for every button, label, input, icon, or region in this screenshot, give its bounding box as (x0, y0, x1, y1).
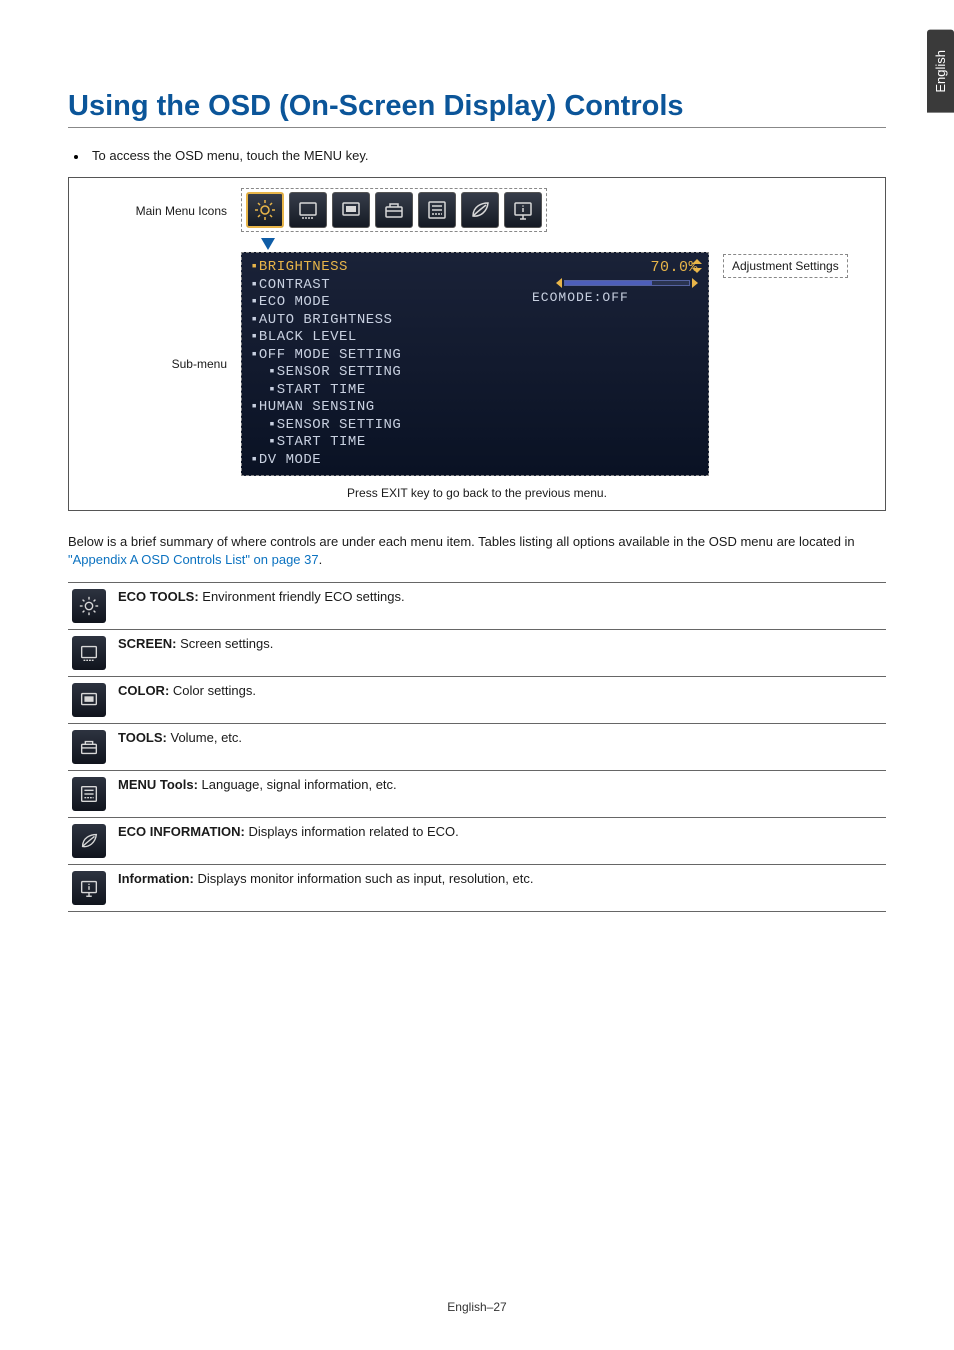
osd-menu-item: ▪SENSOR SETTING (250, 364, 518, 382)
osd-menu-item: ▪HUMAN SENSING (250, 399, 518, 417)
toolbox-icon (72, 730, 106, 764)
menu-description: TOOLS: Volume, etc. (110, 724, 886, 771)
color-icon (72, 683, 106, 717)
info-icon (504, 192, 542, 228)
info-icon (72, 871, 106, 905)
osd-sub-menu-panel: ▪BRIGHTNESS▪CONTRAST▪ECO MODE▪AUTO BRIGH… (241, 252, 709, 476)
exit-instruction: Press EXIT key to go back to the previou… (83, 486, 871, 500)
screen-icon (289, 192, 327, 228)
page-number: English–27 (0, 1300, 954, 1314)
osd-menu-item: ▪BLACK LEVEL (250, 329, 518, 347)
slider-right-arrow-icon (692, 278, 698, 288)
info-icon-cell (68, 865, 110, 912)
osd-diagram: Main Menu Icons Sub-menu ▪BRIGHTNESS▪CON… (68, 177, 886, 511)
ecomode-text: ECOMODE:OFF (532, 290, 629, 305)
screen-icon-cell (68, 630, 110, 677)
brightness-value: 70.0% (650, 259, 698, 276)
bullet-icon (74, 155, 78, 159)
appendix-link[interactable]: "Appendix A OSD Controls List" on page 3… (68, 552, 319, 567)
screen-icon (72, 636, 106, 670)
menu-description: ECO INFORMATION: Displays information re… (110, 818, 886, 865)
osd-menu-item: ▪START TIME (250, 382, 518, 400)
summary-text-before: Below is a brief summary of where contro… (68, 534, 855, 549)
sub-menu-label: Sub-menu (83, 252, 233, 476)
leaf-icon-cell (68, 818, 110, 865)
toolbox-icon-cell (68, 724, 110, 771)
main-menu-icons-box (241, 188, 547, 232)
menu-description: ECO TOOLS: Environment friendly ECO sett… (110, 583, 886, 630)
osd-menu-item: ▪DV MODE (250, 452, 518, 470)
table-row: ECO TOOLS: Environment friendly ECO sett… (68, 583, 886, 630)
arrow-down-icon (261, 238, 275, 250)
table-row: ECO INFORMATION: Displays information re… (68, 818, 886, 865)
adjustment-settings-label: Adjustment Settings (723, 254, 848, 278)
language-tab: English (927, 30, 954, 113)
summary-paragraph: Below is a brief summary of where contro… (68, 533, 886, 568)
osd-menu-item: ▪CONTRAST (250, 277, 518, 295)
menu-summary-table: ECO TOOLS: Environment friendly ECO sett… (68, 582, 886, 912)
menutools-icon (72, 777, 106, 811)
intro-bullet-row: To access the OSD menu, touch the MENU k… (68, 148, 886, 163)
brightness-slider (556, 278, 698, 288)
table-row: TOOLS: Volume, etc. (68, 724, 886, 771)
osd-menu-item: ▪START TIME (250, 434, 518, 452)
menutools-icon-cell (68, 771, 110, 818)
slider-bar (564, 280, 690, 286)
osd-menu-item: ▪BRIGHTNESS (250, 259, 518, 277)
main-menu-icons-label: Main Menu Icons (83, 188, 233, 218)
table-row: COLOR: Color settings. (68, 677, 886, 724)
table-row: MENU Tools: Language, signal information… (68, 771, 886, 818)
menu-description: SCREEN: Screen settings. (110, 630, 886, 677)
osd-menu-item: ▪AUTO BRIGHTNESS (250, 312, 518, 330)
summary-text-after: . (319, 552, 323, 567)
table-row: SCREEN: Screen settings. (68, 630, 886, 677)
menu-description: COLOR: Color settings. (110, 677, 886, 724)
intro-text: To access the OSD menu, touch the MENU k… (92, 148, 369, 163)
leaf-icon (461, 192, 499, 228)
osd-adjustment-area: 70.0% ECOMODE:OFF (528, 259, 698, 469)
osd-menu-item: ▪SENSOR SETTING (250, 417, 518, 435)
menu-description: MENU Tools: Language, signal information… (110, 771, 886, 818)
page-title: Using the OSD (On-Screen Display) Contro… (68, 90, 886, 128)
color-icon-cell (68, 677, 110, 724)
color-icon (332, 192, 370, 228)
table-row: Information: Displays monitor informatio… (68, 865, 886, 912)
osd-menu-item: ▪ECO MODE (250, 294, 518, 312)
sun-icon (72, 589, 106, 623)
toolbox-icon (375, 192, 413, 228)
osd-menu-item: ▪OFF MODE SETTING (250, 347, 518, 365)
scroll-arrows-icon (692, 259, 702, 273)
menu-description: Information: Displays monitor informatio… (110, 865, 886, 912)
sun-icon (246, 192, 284, 228)
menutools-icon (418, 192, 456, 228)
leaf-icon (72, 824, 106, 858)
slider-left-arrow-icon (556, 278, 562, 288)
osd-item-list: ▪BRIGHTNESS▪CONTRAST▪ECO MODE▪AUTO BRIGH… (250, 259, 518, 469)
sun-icon-cell (68, 583, 110, 630)
